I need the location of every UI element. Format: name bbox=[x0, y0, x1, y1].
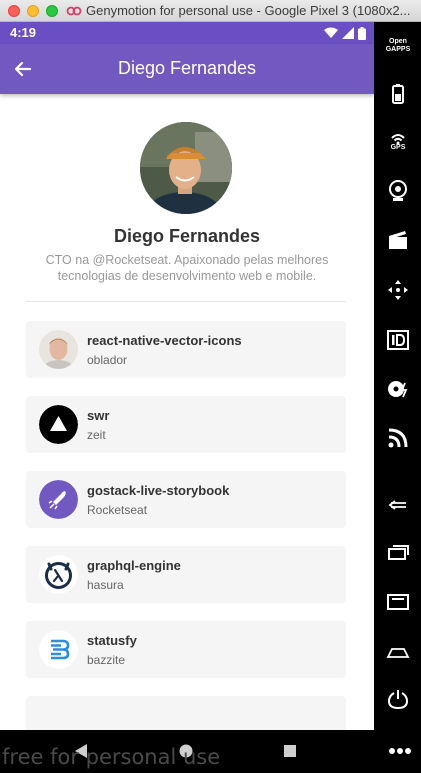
navigation-widget-icon[interactable] bbox=[386, 278, 410, 302]
screencast-widget-icon[interactable] bbox=[386, 228, 410, 252]
genymotion-icon bbox=[66, 6, 82, 16]
power-button-icon[interactable] bbox=[386, 687, 410, 711]
opengapps-button[interactable]: Open GAPPS bbox=[383, 38, 413, 54]
minimize-window-button[interactable] bbox=[27, 5, 39, 17]
disk-io-widget-icon[interactable] bbox=[386, 377, 410, 401]
maximize-window-button[interactable] bbox=[46, 5, 58, 17]
bazzite-logo-icon bbox=[39, 630, 78, 669]
profile-bio: CTO na @Rocketseat. Apaixonado pelas mel… bbox=[45, 253, 329, 283]
status-bar: 4:19 bbox=[0, 22, 374, 44]
signal-icon bbox=[342, 27, 354, 39]
id-widget-icon[interactable] bbox=[386, 328, 410, 352]
repo-card[interactable]: statusfy bazzite bbox=[26, 621, 346, 678]
back-button-icon[interactable] bbox=[386, 492, 410, 516]
repo-owner: bazzite bbox=[87, 653, 126, 667]
menu-button-icon[interactable] bbox=[386, 590, 410, 614]
person-avatar-icon bbox=[39, 330, 78, 369]
repo-owner: Rocketseat bbox=[87, 503, 148, 517]
rocketseat-logo-icon bbox=[39, 480, 78, 519]
repo-card[interactable]: swr zeit bbox=[26, 396, 346, 453]
repo-name: graphql-engine bbox=[87, 558, 181, 573]
repo-name: react-native-vector-icons bbox=[87, 333, 242, 348]
repo-card[interactable] bbox=[26, 696, 346, 730]
window-title: Genymotion for personal use - Google Pix… bbox=[86, 3, 411, 18]
profile-name: Diego Fernandes bbox=[113, 226, 261, 246]
more-dots-icon[interactable] bbox=[388, 747, 412, 755]
zeit-triangle-logo-icon bbox=[39, 405, 78, 444]
close-window-button[interactable] bbox=[8, 5, 20, 17]
status-time: 4:19 bbox=[10, 25, 37, 40]
home-button-icon[interactable] bbox=[386, 640, 410, 664]
repo-owner: oblador bbox=[87, 353, 128, 367]
webcam-widget-icon[interactable] bbox=[386, 179, 410, 203]
emulator-sidebar: Open GAPPS GPS bbox=[374, 22, 421, 730]
watermark-text: free for personal use bbox=[2, 745, 221, 769]
profile-avatar bbox=[140, 122, 232, 214]
hasura-logo-icon bbox=[39, 555, 78, 594]
repo-card[interactable]: react-native-vector-icons oblador bbox=[26, 321, 346, 378]
gps-label: GPS bbox=[390, 144, 406, 151]
wifi-icon bbox=[324, 27, 338, 38]
repo-card[interactable]: graphql-engine hasura bbox=[26, 546, 346, 603]
repo-owner: hasura bbox=[87, 578, 124, 592]
app-bar: Diego Fernandes bbox=[0, 44, 374, 94]
nav-recents-icon[interactable] bbox=[283, 744, 297, 758]
repo-name: statusfy bbox=[87, 633, 137, 648]
battery-widget-icon[interactable] bbox=[386, 82, 410, 106]
repo-name: swr bbox=[87, 408, 110, 423]
app-bar-title: Diego Fernandes bbox=[117, 58, 257, 78]
repo-card[interactable]: gostack-live-storybook Rocketseat bbox=[26, 471, 346, 528]
repo-owner: zeit bbox=[87, 428, 106, 442]
divider bbox=[26, 301, 346, 302]
phone-screen: 4:19 Diego Fernandes Diego Fernandes CTO… bbox=[0, 22, 374, 730]
network-widget-icon[interactable] bbox=[386, 426, 410, 450]
battery-icon bbox=[358, 26, 366, 40]
window-title-bar: Genymotion for personal use - Google Pix… bbox=[0, 0, 421, 22]
recent-apps-icon[interactable] bbox=[386, 540, 410, 564]
repo-name: gostack-live-storybook bbox=[87, 483, 230, 498]
